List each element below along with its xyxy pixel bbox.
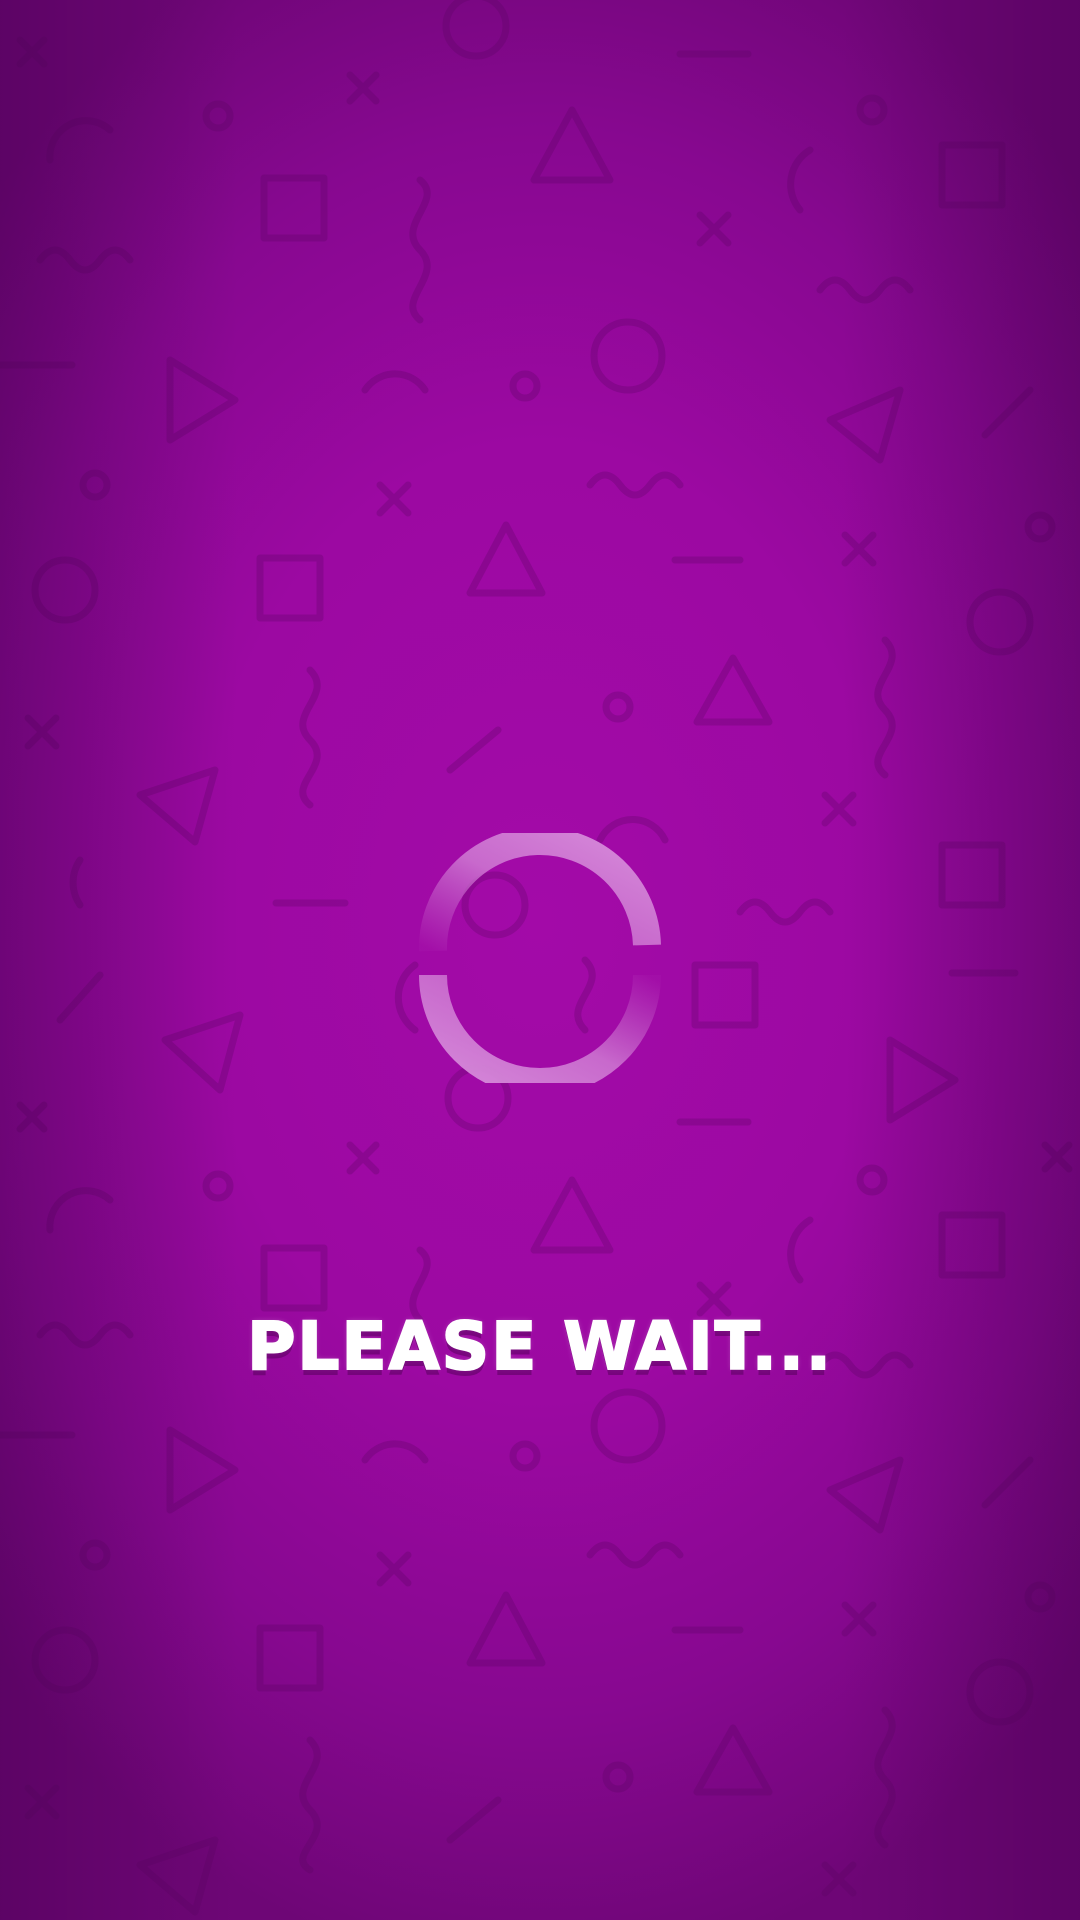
please-wait-label: PLEASE WAIT... <box>246 1307 833 1386</box>
loading-spinner-icon <box>418 833 661 1083</box>
